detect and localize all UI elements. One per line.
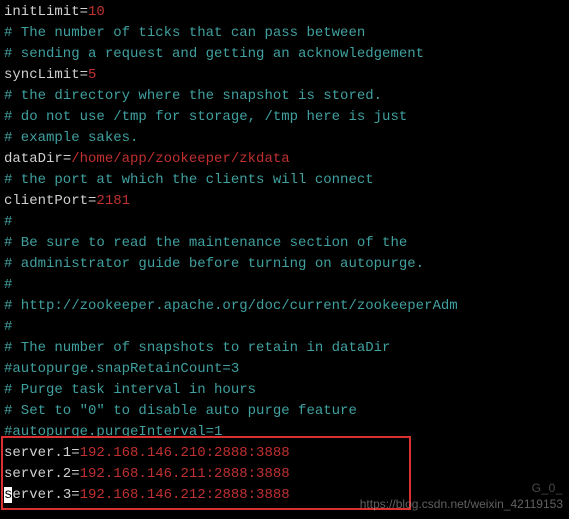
watermark-url: https://blog.csdn.net/weixin_42119153 (360, 495, 563, 513)
val-server2: 192.168.146.211:2888:3888 (80, 466, 290, 482)
comment-line: # Set to "0" to disable auto purge featu… (4, 401, 565, 422)
config-line-server1: server.1=192.168.146.210:2888:3888 (4, 443, 565, 464)
comment-line: # the port at which the clients will con… (4, 170, 565, 191)
key-server1: server.1 (4, 445, 71, 461)
config-line: dataDir=/home/app/zookeeper/zkdata (4, 149, 565, 170)
config-line: clientPort=2181 (4, 191, 565, 212)
comment-line: # Be sure to read the maintenance sectio… (4, 233, 565, 254)
key-initlimit: initLimit (4, 4, 80, 20)
val-initlimit: 10 (88, 4, 105, 20)
comment-line: # http://zookeeper.apache.org/doc/curren… (4, 296, 565, 317)
val-server3: 192.168.146.212:2888:3888 (80, 487, 290, 503)
config-line: initLimit=10 (4, 2, 565, 23)
key-clientport: clientPort (4, 193, 88, 209)
comment-line: # (4, 317, 565, 338)
comment-line: # do not use /tmp for storage, /tmp here… (4, 107, 565, 128)
comment-line: # the directory where the snapshot is st… (4, 86, 565, 107)
comment-line: #autopurge.purgeInterval=1 (4, 422, 565, 443)
config-line-server2: server.2=192.168.146.211:2888:3888 (4, 464, 565, 485)
config-line: syncLimit=5 (4, 65, 565, 86)
val-clientport: 2181 (96, 193, 130, 209)
comment-line: # The number of snapshots to retain in d… (4, 338, 565, 359)
val-datadir: /home/app/zookeeper/zkdata (71, 151, 289, 167)
comment-line: #autopurge.snapRetainCount=3 (4, 359, 565, 380)
key-server2: server.2 (4, 466, 71, 482)
val-synclimit: 5 (88, 67, 96, 83)
key-server3: erver.3 (12, 487, 71, 503)
key-synclimit: syncLimit (4, 67, 80, 83)
terminal-editor[interactable]: initLimit=10 # The number of ticks that … (4, 2, 565, 506)
key-datadir: dataDir (4, 151, 63, 167)
comment-line: # Purge task interval in hours (4, 380, 565, 401)
comment-line: # example sakes. (4, 128, 565, 149)
val-server1: 192.168.146.210:2888:3888 (80, 445, 290, 461)
comment-line: # sending a request and getting an ackno… (4, 44, 565, 65)
comment-line: # administrator guide before turning on … (4, 254, 565, 275)
comment-line: # The number of ticks that can pass betw… (4, 23, 565, 44)
comment-line: # (4, 212, 565, 233)
comment-line: # (4, 275, 565, 296)
